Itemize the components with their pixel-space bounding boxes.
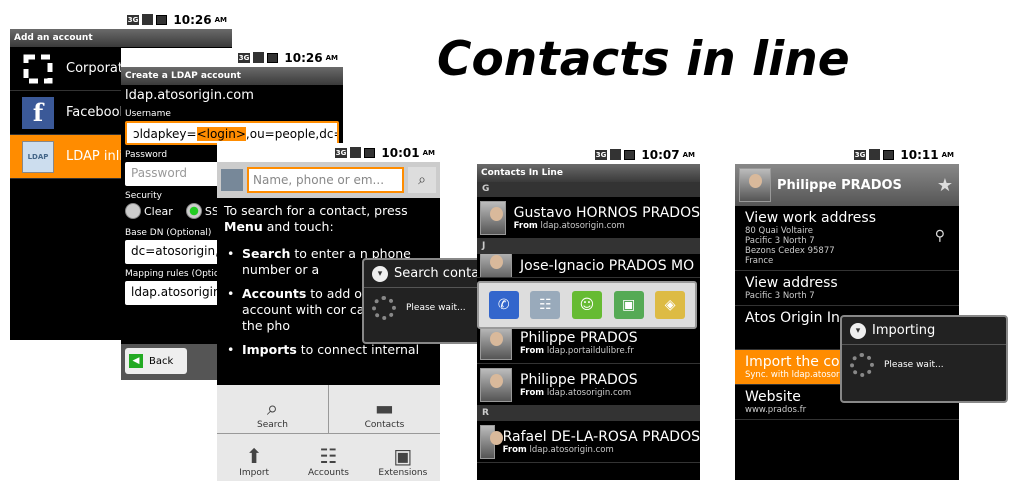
sms-icon[interactable]: ☺ [571, 291, 602, 319]
status-bar: 3G 10:01 AM [217, 143, 440, 162]
avatar [480, 367, 512, 402]
ldap-host: ldap.atosorigin.com [125, 88, 254, 103]
status-bar: 3G 10:26 AM [10, 10, 232, 29]
clock: 10:11 [900, 147, 939, 162]
picture-icon[interactable]: ▣ [613, 291, 644, 319]
contact-row[interactable]: Rafael DE-LA-ROSA PRADOS From ldap.atosor… [477, 421, 700, 463]
section-header: G [477, 182, 700, 197]
spinner-icon [850, 353, 874, 377]
battery-icon [364, 147, 376, 158]
security-clear-radio[interactable]: Clear [125, 203, 173, 219]
username-field[interactable]: ɔldapkey=<login>,ou=people,dc=atos [125, 121, 339, 145]
screen-header: Add an account [10, 29, 232, 47]
battery-icon [156, 14, 168, 25]
spinner-icon [372, 296, 396, 320]
status-bar: 3G 10:11 AM [735, 145, 959, 164]
map-icon[interactable]: ◈ [655, 291, 686, 319]
search-instructions: To search for a contact, press Menu and … [224, 203, 408, 234]
status-bar: 3G 10:07 AM [477, 145, 700, 164]
signal-icon [350, 147, 362, 158]
signal-icon [869, 149, 881, 160]
contact-header: Philippe PRADOS ★ [735, 164, 959, 206]
avatar [480, 254, 512, 277]
section-header: R [477, 406, 700, 421]
quick-contact-bar: ✆ ☷ ☺ ▣ ◈ [477, 281, 697, 329]
screen-header: Contacts In Line [477, 164, 700, 182]
menu-accounts[interactable]: ☷ Accounts [308, 444, 349, 478]
extensions-icon: ▣ [393, 444, 413, 468]
star-icon[interactable]: ★ [937, 175, 953, 196]
avatar [480, 200, 506, 235]
clock: 10:26 [173, 12, 212, 27]
contact-card-icon[interactable]: ☷ [530, 291, 561, 319]
signal-icon [253, 52, 265, 63]
screen-header: Create a LDAP account [121, 67, 343, 85]
menu-import[interactable]: ⬆ Import ☷ Accounts ▣ Extensions [217, 433, 440, 481]
importing-dialog: ▾ Importing Please wait... [840, 315, 1008, 403]
clock: 10:07 [641, 147, 680, 162]
avatar [480, 424, 503, 459]
contact-row[interactable]: Jose-Ignacio PRADOS MO [477, 254, 700, 278]
magnifier-icon: ⌕ [266, 395, 279, 420]
folder-icon: ▬ [375, 395, 394, 420]
phone-icon[interactable]: ✆ [488, 291, 519, 319]
search-input[interactable]: Name, phone or em... [247, 167, 404, 193]
battery-icon [883, 149, 895, 160]
menu-search[interactable]: ⌕ Search [217, 385, 328, 433]
options-menu: ⌕ Search ▬ Contacts ⬆ Import ☷ Accounts ▣ Ext… [217, 385, 440, 481]
clock: 10:01 [381, 145, 420, 160]
contact-row[interactable]: Philippe PRADOS From ldap.atosorigin.com [477, 364, 700, 406]
ldap-icon: LDAP [22, 140, 54, 173]
signal-icon [142, 14, 154, 25]
search-icon[interactable]: ⌕ [408, 167, 436, 193]
battery-icon [267, 52, 279, 63]
dialog-icon: ▾ [372, 265, 388, 282]
address-row[interactable]: View address Pacific 3 North 7 [735, 271, 959, 306]
battery-icon [624, 149, 636, 160]
facebook-icon: f [22, 96, 54, 129]
contact-name: Philippe PRADOS [777, 177, 902, 193]
section-header: J [477, 239, 700, 254]
clock: 10:26 [284, 50, 323, 65]
contact-detail-screen: 3G 10:11 AM Philippe PRADOS ★ View work a… [735, 145, 959, 480]
contact-row[interactable]: Gustavo HORNOS PRADOS From ldap.atosorigi… [477, 197, 700, 239]
avatar [739, 168, 771, 202]
import-icon: ⬆ [245, 444, 263, 468]
status-bar: 3G 10:26 AM [121, 48, 343, 67]
signal-icon [610, 149, 622, 160]
map-pin-icon: ⚲ [934, 228, 945, 244]
page-heading: Contacts in line [437, 32, 850, 87]
menu-extensions[interactable]: ▣ Extensions [378, 444, 427, 478]
contacts-app-icon [221, 169, 243, 191]
work-address-row[interactable]: View work address 80 Quai Voltaire Pacif… [735, 206, 959, 271]
accounts-icon: ☷ [319, 444, 338, 468]
menu-contacts[interactable]: ▬ Contacts [329, 385, 440, 433]
back-button[interactable]: ◀ Back [125, 348, 187, 374]
back-arrow-icon: ◀ [129, 354, 143, 368]
username-label: Username [125, 109, 171, 119]
search-progress-dialog: ▾ Search conta Please wait... [362, 258, 482, 344]
corporate-icon [22, 53, 54, 85]
dialog-icon: ▾ [850, 322, 866, 339]
avatar [480, 325, 512, 360]
